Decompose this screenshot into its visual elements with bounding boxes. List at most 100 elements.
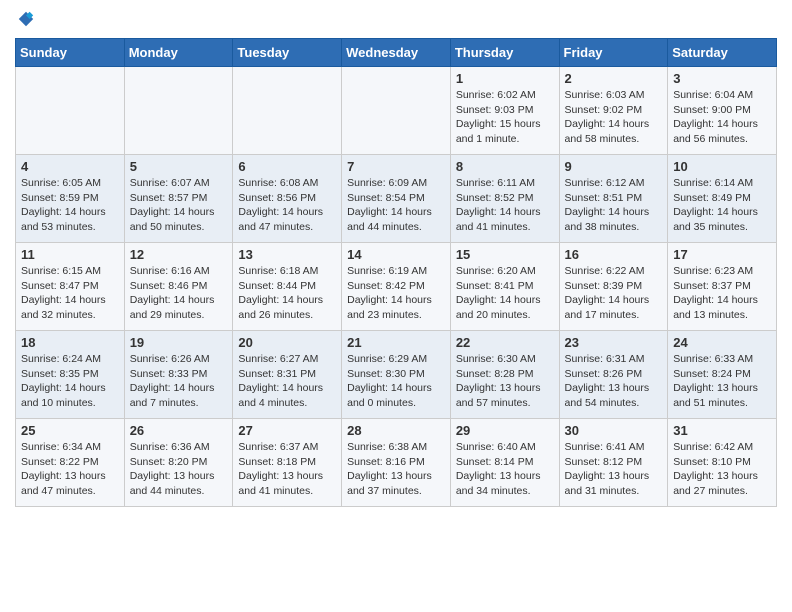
day-number: 12	[130, 247, 228, 262]
calendar-week-row: 25 Sunrise: 6:34 AM Sunset: 8:22 PM Dayli…	[16, 419, 777, 507]
day-info: Sunrise: 6:11 AM Sunset: 8:52 PM Dayligh…	[456, 176, 554, 235]
calendar-cell: 1Sunrise: 6:02 AM Sunset: 9:03 PM Daylig…	[450, 67, 559, 155]
calendar-cell: 12 Sunrise: 6:16 AM Sunset: 8:46 PM Dayli…	[124, 243, 233, 331]
calendar-cell: 31 Sunrise: 6:42 AM Sunset: 8:10 PM Dayli…	[668, 419, 777, 507]
day-info: Sunrise: 6:31 AM Sunset: 8:26 PM Dayligh…	[565, 352, 663, 411]
calendar-cell: 18 Sunrise: 6:24 AM Sunset: 8:35 PM Dayli…	[16, 331, 125, 419]
page-header	[15, 10, 777, 28]
day-info: Sunrise: 6:27 AM Sunset: 8:31 PM Dayligh…	[238, 352, 336, 411]
weekday-header: Sunday	[16, 39, 125, 67]
calendar-cell: 9Sunrise: 6:12 AM Sunset: 8:51 PM Daylig…	[559, 155, 668, 243]
calendar-cell: 8 Sunrise: 6:11 AM Sunset: 8:52 PM Daylig…	[450, 155, 559, 243]
day-number: 7	[347, 159, 445, 174]
calendar-cell: 27 Sunrise: 6:37 AM Sunset: 8:18 PM Dayli…	[233, 419, 342, 507]
day-info: Sunrise: 6:09 AM Sunset: 8:54 PM Dayligh…	[347, 176, 445, 235]
day-info: Sunrise: 6:42 AM Sunset: 8:10 PM Dayligh…	[673, 440, 771, 499]
day-info: Sunrise: 6:37 AM Sunset: 8:18 PM Dayligh…	[238, 440, 336, 499]
calendar-cell: 17 Sunrise: 6:23 AM Sunset: 8:37 PM Dayli…	[668, 243, 777, 331]
day-info: Sunrise: 6:22 AM Sunset: 8:39 PM Dayligh…	[565, 264, 663, 323]
day-number: 27	[238, 423, 336, 438]
day-info: Sunrise: 6:40 AM Sunset: 8:14 PM Dayligh…	[456, 440, 554, 499]
calendar-cell: 14 Sunrise: 6:19 AM Sunset: 8:42 PM Dayli…	[342, 243, 451, 331]
calendar-body: 1Sunrise: 6:02 AM Sunset: 9:03 PM Daylig…	[16, 67, 777, 507]
calendar-cell: 16 Sunrise: 6:22 AM Sunset: 8:39 PM Dayli…	[559, 243, 668, 331]
day-number: 29	[456, 423, 554, 438]
day-info: Sunrise: 6:02 AM Sunset: 9:03 PM Dayligh…	[456, 88, 554, 147]
logo-icon	[17, 10, 35, 28]
day-number: 18	[21, 335, 119, 350]
day-number: 6	[238, 159, 336, 174]
calendar-cell: 19 Sunrise: 6:26 AM Sunset: 8:33 PM Dayli…	[124, 331, 233, 419]
calendar-cell: 4 Sunrise: 6:05 AM Sunset: 8:59 PM Daylig…	[16, 155, 125, 243]
calendar-header-row: SundayMondayTuesdayWednesdayThursdayFrid…	[16, 39, 777, 67]
day-info: Sunrise: 6:03 AM Sunset: 9:02 PM Dayligh…	[565, 88, 663, 147]
weekday-header: Wednesday	[342, 39, 451, 67]
calendar-cell: 28 Sunrise: 6:38 AM Sunset: 8:16 PM Dayli…	[342, 419, 451, 507]
weekday-header: Monday	[124, 39, 233, 67]
day-number: 8	[456, 159, 554, 174]
day-number: 30	[565, 423, 663, 438]
day-number: 15	[456, 247, 554, 262]
day-number: 24	[673, 335, 771, 350]
calendar-week-row: 18 Sunrise: 6:24 AM Sunset: 8:35 PM Dayli…	[16, 331, 777, 419]
calendar-cell: 7 Sunrise: 6:09 AM Sunset: 8:54 PM Daylig…	[342, 155, 451, 243]
day-number: 14	[347, 247, 445, 262]
day-number: 11	[21, 247, 119, 262]
day-number: 17	[673, 247, 771, 262]
day-number: 26	[130, 423, 228, 438]
day-info: Sunrise: 6:24 AM Sunset: 8:35 PM Dayligh…	[21, 352, 119, 411]
logo	[15, 10, 35, 28]
calendar-cell: 20Sunrise: 6:27 AM Sunset: 8:31 PM Dayli…	[233, 331, 342, 419]
day-info: Sunrise: 6:41 AM Sunset: 8:12 PM Dayligh…	[565, 440, 663, 499]
day-number: 19	[130, 335, 228, 350]
calendar-cell: 30 Sunrise: 6:41 AM Sunset: 8:12 PM Dayli…	[559, 419, 668, 507]
day-info: Sunrise: 6:34 AM Sunset: 8:22 PM Dayligh…	[21, 440, 119, 499]
day-info: Sunrise: 6:08 AM Sunset: 8:56 PM Dayligh…	[238, 176, 336, 235]
day-number: 16	[565, 247, 663, 262]
calendar-cell: 10Sunrise: 6:14 AM Sunset: 8:49 PM Dayli…	[668, 155, 777, 243]
day-info: Sunrise: 6:38 AM Sunset: 8:16 PM Dayligh…	[347, 440, 445, 499]
day-info: Sunrise: 6:20 AM Sunset: 8:41 PM Dayligh…	[456, 264, 554, 323]
day-info: Sunrise: 6:15 AM Sunset: 8:47 PM Dayligh…	[21, 264, 119, 323]
calendar-cell: 21Sunrise: 6:29 AM Sunset: 8:30 PM Dayli…	[342, 331, 451, 419]
calendar-cell	[233, 67, 342, 155]
day-info: Sunrise: 6:19 AM Sunset: 8:42 PM Dayligh…	[347, 264, 445, 323]
day-info: Sunrise: 6:14 AM Sunset: 8:49 PM Dayligh…	[673, 176, 771, 235]
calendar-cell: 15 Sunrise: 6:20 AM Sunset: 8:41 PM Dayli…	[450, 243, 559, 331]
day-number: 13	[238, 247, 336, 262]
calendar-cell: 11 Sunrise: 6:15 AM Sunset: 8:47 PM Dayli…	[16, 243, 125, 331]
day-info: Sunrise: 6:36 AM Sunset: 8:20 PM Dayligh…	[130, 440, 228, 499]
day-info: Sunrise: 6:05 AM Sunset: 8:59 PM Dayligh…	[21, 176, 119, 235]
calendar-cell: 29 Sunrise: 6:40 AM Sunset: 8:14 PM Dayli…	[450, 419, 559, 507]
day-number: 4	[21, 159, 119, 174]
day-info: Sunrise: 6:26 AM Sunset: 8:33 PM Dayligh…	[130, 352, 228, 411]
calendar-cell: 13Sunrise: 6:18 AM Sunset: 8:44 PM Dayli…	[233, 243, 342, 331]
calendar-cell: 22Sunrise: 6:30 AM Sunset: 8:28 PM Dayli…	[450, 331, 559, 419]
weekday-header: Thursday	[450, 39, 559, 67]
weekday-header: Tuesday	[233, 39, 342, 67]
day-number: 28	[347, 423, 445, 438]
calendar-cell: 23 Sunrise: 6:31 AM Sunset: 8:26 PM Dayli…	[559, 331, 668, 419]
day-number: 31	[673, 423, 771, 438]
day-info: Sunrise: 6:33 AM Sunset: 8:24 PM Dayligh…	[673, 352, 771, 411]
calendar-week-row: 1Sunrise: 6:02 AM Sunset: 9:03 PM Daylig…	[16, 67, 777, 155]
calendar-cell: 26 Sunrise: 6:36 AM Sunset: 8:20 PM Dayli…	[124, 419, 233, 507]
day-info: Sunrise: 6:07 AM Sunset: 8:57 PM Dayligh…	[130, 176, 228, 235]
day-info: Sunrise: 6:29 AM Sunset: 8:30 PM Dayligh…	[347, 352, 445, 411]
weekday-header: Saturday	[668, 39, 777, 67]
calendar-table: SundayMondayTuesdayWednesdayThursdayFrid…	[15, 38, 777, 507]
calendar-week-row: 11 Sunrise: 6:15 AM Sunset: 8:47 PM Dayli…	[16, 243, 777, 331]
day-number: 2	[565, 71, 663, 86]
calendar-week-row: 4 Sunrise: 6:05 AM Sunset: 8:59 PM Daylig…	[16, 155, 777, 243]
day-number: 25	[21, 423, 119, 438]
day-number: 3	[673, 71, 771, 86]
day-info: Sunrise: 6:16 AM Sunset: 8:46 PM Dayligh…	[130, 264, 228, 323]
day-info: Sunrise: 6:23 AM Sunset: 8:37 PM Dayligh…	[673, 264, 771, 323]
day-number: 23	[565, 335, 663, 350]
calendar-cell: 2 Sunrise: 6:03 AM Sunset: 9:02 PM Daylig…	[559, 67, 668, 155]
day-number: 5	[130, 159, 228, 174]
day-number: 22	[456, 335, 554, 350]
calendar-cell: 5 Sunrise: 6:07 AM Sunset: 8:57 PM Daylig…	[124, 155, 233, 243]
calendar-cell	[342, 67, 451, 155]
calendar-cell: 3Sunrise: 6:04 AM Sunset: 9:00 PM Daylig…	[668, 67, 777, 155]
